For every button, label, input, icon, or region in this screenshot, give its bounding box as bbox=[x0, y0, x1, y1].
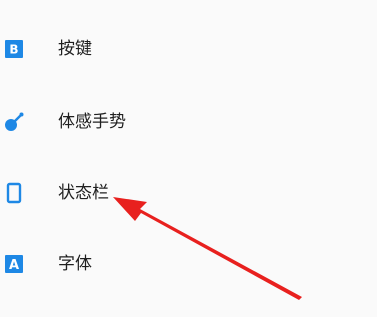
settings-item-label: 体感手势 bbox=[58, 112, 126, 132]
settings-item-buttons[interactable]: B 按键 bbox=[0, 21, 377, 77]
svg-text:A: A bbox=[9, 258, 19, 273]
settings-item-label: 字体 bbox=[58, 254, 92, 274]
settings-item-statusbar[interactable]: 状态栏 bbox=[0, 165, 377, 221]
letter-a-icon: A bbox=[3, 253, 25, 275]
settings-item-label: 按键 bbox=[58, 39, 92, 59]
svg-text:B: B bbox=[9, 43, 18, 57]
settings-item-font[interactable]: A 字体 bbox=[0, 236, 377, 292]
settings-list: B 按键 体感手势 状态栏 A 字体 bbox=[0, 0, 377, 317]
gesture-icon bbox=[3, 111, 25, 133]
settings-item-label: 状态栏 bbox=[58, 183, 109, 203]
settings-item-gestures[interactable]: 体感手势 bbox=[0, 94, 377, 150]
phone-outline-icon bbox=[3, 182, 25, 204]
letter-b-icon: B bbox=[3, 38, 25, 60]
